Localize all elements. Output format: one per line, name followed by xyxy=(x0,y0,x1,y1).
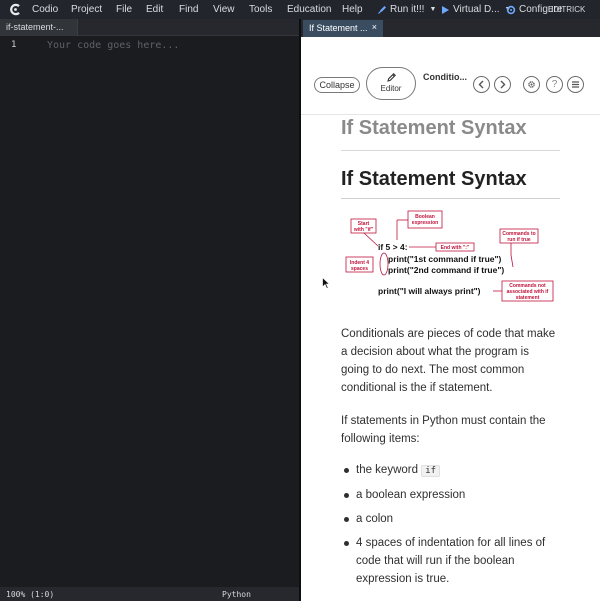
list-item-text: a boolean expression xyxy=(356,489,466,501)
menu-tools[interactable]: Tools xyxy=(249,4,272,15)
virtual-label: Virtual D... xyxy=(453,4,500,15)
user-label[interactable]: EDITRICK xyxy=(548,5,585,14)
guide-panel: If Statement ... × Collapse Editor Condi… xyxy=(301,19,600,601)
rocket-icon xyxy=(378,5,386,14)
editor-button-label: Editor xyxy=(380,84,402,93)
chevron-right-icon xyxy=(500,80,506,89)
help-button[interactable]: ? xyxy=(546,76,563,93)
codio-logo-icon[interactable] xyxy=(9,3,22,16)
requirements-list: the keyword if a boolean expression a co… xyxy=(341,461,560,594)
indent-label-2: spaces xyxy=(351,266,368,272)
start-label-2: with "if" xyxy=(353,227,374,233)
guide-tab[interactable]: If Statement ... × xyxy=(303,20,383,37)
paragraph-intro: Conditionals are pieces of code that mak… xyxy=(341,328,556,394)
collapse-button[interactable]: Collapse xyxy=(314,77,360,93)
boolean-label-2: expression xyxy=(412,220,438,226)
run-caret-icon: ▼ xyxy=(429,6,437,13)
not-associated-label-3: statement xyxy=(516,295,540,301)
end-with-label: End with ":" xyxy=(441,245,470,251)
line-number: 1 xyxy=(11,40,17,50)
run-button[interactable]: Run it!!! ▼ xyxy=(377,4,436,15)
menu-view[interactable]: View xyxy=(213,4,235,15)
inline-code: if xyxy=(421,465,441,477)
prev-button[interactable] xyxy=(473,76,490,93)
next-button[interactable] xyxy=(494,76,511,93)
cursor-position: 100% (1:0) xyxy=(6,590,55,599)
close-icon[interactable]: × xyxy=(372,22,377,32)
menu-edit[interactable]: Edit xyxy=(146,4,163,15)
menu-find[interactable]: Find xyxy=(179,4,198,15)
paragraph-requirements: If statements in Python must contain the… xyxy=(341,415,546,445)
run-label: Run it!!! xyxy=(390,4,425,15)
diagram-code-line-2: print("1st command if true") xyxy=(388,254,502,264)
editor-button[interactable]: Editor xyxy=(366,67,416,100)
bullet-icon xyxy=(344,468,349,473)
list-item: 4 spaces of indentation for all lines of… xyxy=(341,534,560,588)
menu-file[interactable]: File xyxy=(116,4,132,15)
virtual-desktop-button[interactable]: Virtual D... ▼ xyxy=(441,4,511,15)
editor-status-bar: 100% (1:0) Python xyxy=(0,587,299,601)
if-statement-diagram: Start with "if" Boolean expression End w… xyxy=(345,210,554,302)
list-item-text: a colon xyxy=(356,513,394,525)
list-item-text: 4 spaces of indentation for all lines of… xyxy=(356,537,546,585)
configure-icon xyxy=(506,5,516,14)
list-item-text: the keyword xyxy=(356,464,419,476)
bullet-icon xyxy=(344,541,349,546)
editor-file-tab[interactable]: if-statement-... xyxy=(0,19,78,36)
menu-button[interactable] xyxy=(567,76,584,93)
diagram-code-line-4: print("I will always print") xyxy=(378,286,481,296)
list-item: the keyword if xyxy=(341,461,560,480)
bullet-icon xyxy=(344,493,349,498)
diagram-code-line-3: print("2nd command if true") xyxy=(388,265,504,275)
commands-label-2: run if true xyxy=(507,237,531,243)
play-icon xyxy=(442,5,449,14)
divider xyxy=(341,198,560,199)
guide-tab-bar: If Statement ... × xyxy=(301,19,600,37)
menu-education[interactable]: Education xyxy=(287,4,331,15)
list-item: a boolean expression xyxy=(341,486,560,504)
page-title: If Statement Syntax xyxy=(341,168,527,190)
indent-ellipse xyxy=(379,252,389,276)
commands-arrow-2 xyxy=(510,254,514,268)
diagram-code-line-1: if 5 > 4: xyxy=(378,242,408,252)
code-editor[interactable]: if-statement-... 1 Your code goes here..… xyxy=(0,19,299,601)
settings-button[interactable] xyxy=(523,76,540,93)
hamburger-icon xyxy=(572,81,579,88)
menu-bar: Codio Project File Edit Find View Tools … xyxy=(0,0,600,19)
divider xyxy=(341,150,560,151)
language-mode[interactable]: Python xyxy=(222,590,251,599)
breadcrumb: Conditio... xyxy=(423,72,467,82)
guide-tab-title: If Statement ... xyxy=(309,23,368,33)
editor-placeholder[interactable]: Your code goes here... xyxy=(47,40,179,51)
guide-content: If Statement Syntax If Statement Syntax xyxy=(341,116,560,601)
menu-project[interactable]: Project xyxy=(71,4,102,15)
guide-toolbar: Collapse Editor Conditio... ? xyxy=(301,37,600,115)
gear-icon xyxy=(528,81,535,88)
bullet-icon xyxy=(344,517,349,522)
menu-help[interactable]: Help xyxy=(342,4,363,15)
start-arrow xyxy=(363,232,379,247)
menu-codio[interactable]: Codio xyxy=(32,4,58,15)
mouse-cursor-icon xyxy=(322,277,330,289)
editor-tab-bar: if-statement-... xyxy=(0,19,299,36)
list-item: a colon xyxy=(341,510,560,528)
chevron-left-icon xyxy=(478,80,484,89)
pencil-icon xyxy=(386,73,396,82)
ghost-page-title: If Statement Syntax xyxy=(341,117,527,139)
